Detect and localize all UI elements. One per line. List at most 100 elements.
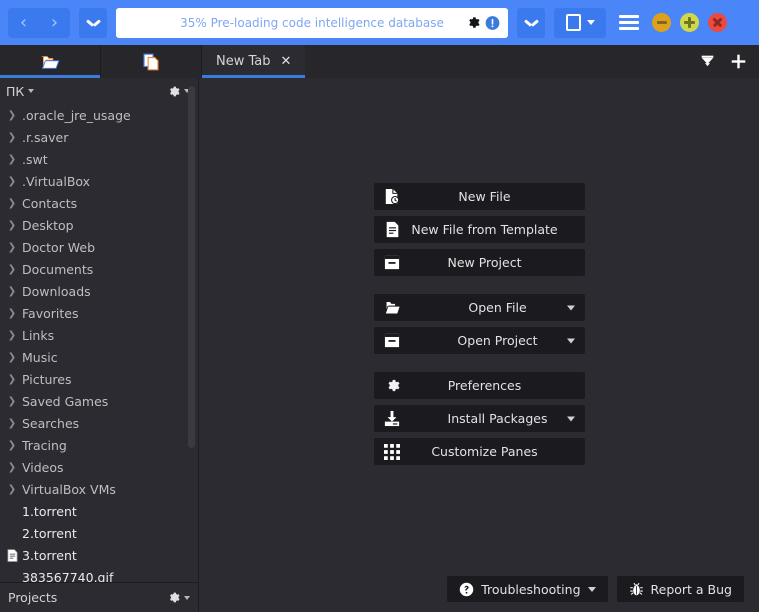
chevron-right-icon[interactable]: ❯ [6,418,18,429]
welcome-button-open-project[interactable]: Open Project [374,327,585,354]
chevron-right-icon[interactable]: ❯ [6,264,18,275]
forward-button[interactable]: › [51,13,58,32]
tree-item-label: Links [22,327,55,343]
welcome-button-label: New File from Template [411,222,558,237]
chevron-right-icon[interactable]: ❯ [6,352,18,363]
tree-item[interactable]: 1.torrent [0,500,198,522]
tree-item[interactable]: ❯ .swt [0,148,198,170]
chevron-down-icon[interactable] [567,305,575,310]
tab-files[interactable] [0,45,101,78]
tree-item[interactable]: 2.torrent [0,522,198,544]
tree-item[interactable]: ❯ .VirtualBox [0,170,198,192]
sidebar-settings-group[interactable] [167,85,190,98]
tree-item-label: Desktop [22,217,74,233]
tab-label: New Tab [216,54,271,69]
tab-documents[interactable] [101,45,202,78]
tree-item-label: .VirtualBox [22,173,91,189]
welcome-button-install-packages[interactable]: Install Packages [374,405,585,432]
tree-item[interactable]: ❯ Pictures [0,368,198,390]
footer-button-troubleshooting[interactable]: Troubleshooting [447,576,608,602]
tree-item[interactable]: ❯ Favorites [0,302,198,324]
sidebar: ПК ❯ .oracle_jre_usage ❯ .r.saver ❯ .swt ❯ .Vir… [0,78,199,612]
gear-icon[interactable] [167,85,180,98]
plus-icon[interactable] [730,53,747,70]
tree-item-label: Favorites [22,305,79,321]
sidebar-scrollbar[interactable] [188,86,195,448]
welcome-button-label: Customize Panes [431,444,538,459]
file-tree[interactable]: ❯ .oracle_jre_usage ❯ .r.saver ❯ .swt ❯ .Virtua… [0,104,198,582]
chevron-right-icon[interactable]: ❯ [6,396,18,407]
maximize-button[interactable] [680,13,699,32]
tree-item[interactable]: ❯ Links [0,324,198,346]
chevron-right-icon[interactable]: ❯ [6,176,18,187]
menu-line [619,21,639,24]
top-toolbar: ‹ › 35% Pre-loading code intelligence da… [0,0,759,45]
window-controls-area [517,7,727,38]
chevron-down-icon[interactable] [567,338,575,343]
project-icon [374,333,410,348]
chevron-right-icon[interactable]: ❯ [6,286,18,297]
chevron-down-icon[interactable] [567,416,575,421]
tree-item[interactable]: ❯ Documents [0,258,198,280]
status-progress-bar[interactable]: 35% Pre-loading code intelligence databa… [116,7,508,38]
button-group-gap [374,360,585,372]
tree-item[interactable]: ❯ Doctor Web [0,236,198,258]
tree-item[interactable]: ❯ Contacts [0,192,198,214]
tree-item[interactable]: ❯ Searches [0,412,198,434]
chevron-right-icon[interactable]: ❯ [6,220,18,231]
gear-icon [374,378,410,393]
welcome-button-new-file-from-template[interactable]: New File from Template [374,216,585,243]
chevron-right-icon[interactable]: ❯ [6,242,18,253]
welcome-button-open-file[interactable]: Open File [374,294,585,321]
tree-item[interactable]: ❯ Desktop [0,214,198,236]
tree-item-label: Searches [22,415,80,431]
toolbar-overflow-dropdown[interactable] [517,7,545,38]
info-icon[interactable] [485,15,500,30]
back-button[interactable]: ‹ [20,13,27,32]
layout-selector-button[interactable] [554,7,606,38]
tree-item[interactable]: ❯ .oracle_jre_usage [0,104,198,126]
tree-item[interactable]: 383567740.gif [0,566,198,583]
projects-settings-group[interactable] [167,591,190,604]
chevron-right-icon[interactable]: ❯ [6,374,18,385]
sidebar-location-selector[interactable]: ПК [6,84,35,99]
copy-files-icon [142,53,160,71]
navigation-history-dropdown[interactable] [79,7,107,38]
gear-icon[interactable] [466,16,480,30]
minimize-button[interactable] [652,13,671,32]
tree-item[interactable]: ❯ .r.saver [0,126,198,148]
footer-button-report-a-bug[interactable]: Report a Bug [616,576,744,602]
sidebar-footer: Projects [0,582,198,612]
file-icon [6,548,18,562]
gear-icon[interactable] [167,591,180,604]
chevron-right-icon[interactable]: ❯ [6,154,18,165]
chevron-right-icon[interactable]: ❯ [6,484,18,495]
chevron-down-icon[interactable] [587,586,596,592]
restore-window-icon[interactable] [699,54,716,69]
tree-item[interactable]: ❯ Tracing [0,434,198,456]
chevron-right-icon[interactable]: ❯ [6,308,18,319]
close-button[interactable] [708,13,727,32]
chevron-right-icon[interactable]: ❯ [6,440,18,451]
tab-new-tab[interactable]: New Tab ✕ [202,45,306,78]
welcome-button-customize-panes[interactable]: Customize Panes [374,438,585,465]
navigation-group: ‹ › [8,7,70,38]
welcome-button-new-project[interactable]: New Project [374,249,585,276]
welcome-button-preferences[interactable]: Preferences [374,372,585,399]
chevron-right-icon[interactable]: ❯ [6,198,18,209]
chevron-right-icon[interactable]: ❯ [6,462,18,473]
chevron-right-icon[interactable]: ❯ [6,330,18,341]
close-icon[interactable]: ✕ [281,54,292,69]
tree-item[interactable]: ❯ Videos [0,456,198,478]
chevron-right-icon[interactable]: ❯ [6,110,18,121]
tree-item[interactable]: 3.torrent [0,544,198,566]
welcome-button-new-file[interactable]: New File [374,183,585,210]
tree-item[interactable]: ❯ VirtualBox VMs [0,478,198,500]
chevron-right-icon[interactable]: ❯ [6,132,18,143]
tree-item[interactable]: ❯ Music [0,346,198,368]
main-menu-button[interactable] [615,11,643,34]
welcome-button-label: Install Packages [447,411,548,426]
tree-item[interactable]: ❯ Saved Games [0,390,198,412]
tree-item[interactable]: ❯ Downloads [0,280,198,302]
chevron-down-icon [87,19,100,27]
